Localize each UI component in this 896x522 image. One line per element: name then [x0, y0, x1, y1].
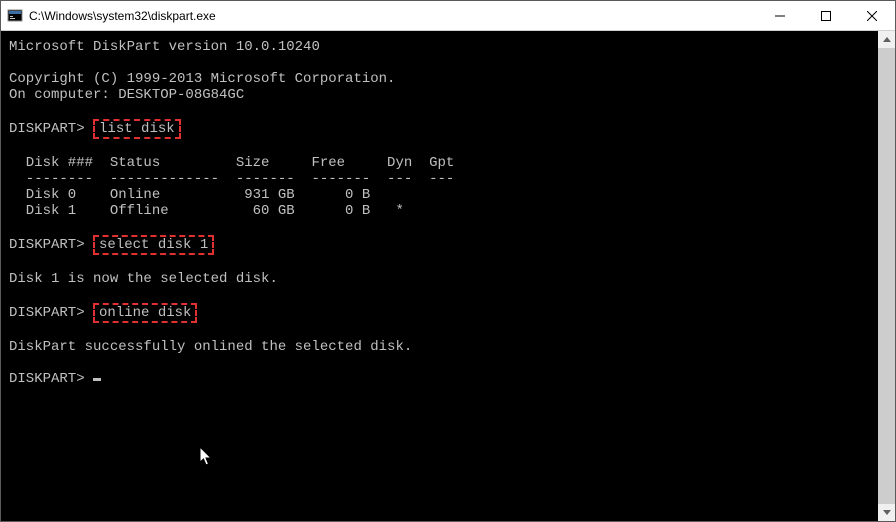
minimize-button[interactable]: [757, 1, 803, 30]
window-title: C:\Windows\system32\diskpart.exe: [29, 9, 757, 23]
command-online-disk: online disk: [93, 303, 197, 323]
command-list-disk: list disk: [93, 119, 181, 139]
mouse-cursor-icon: [133, 431, 214, 488]
computer-line: On computer: DESKTOP-08G84GC: [9, 87, 244, 103]
prompt-2: DISKPART>: [9, 237, 85, 253]
scroll-up-button[interactable]: [878, 31, 895, 48]
disk-table-row-0: Disk 0 Online 931 GB 0 B: [9, 187, 370, 203]
diskpart-version: Microsoft DiskPart version 10.0.10240: [9, 39, 320, 55]
terminal-cursor: [93, 378, 101, 381]
prompt-3: DISKPART>: [9, 305, 85, 321]
disk-table-divider: -------- ------------- ------- ------- -…: [9, 171, 454, 187]
diskpart-window: C:\Windows\system32\diskpart.exe Microso…: [0, 0, 896, 522]
close-button[interactable]: [849, 1, 895, 30]
terminal-output[interactable]: Microsoft DiskPart version 10.0.10240 Co…: [1, 31, 878, 521]
command-select-disk-1: select disk 1: [93, 235, 214, 255]
content-area: Microsoft DiskPart version 10.0.10240 Co…: [1, 31, 895, 521]
scroll-track[interactable]: [878, 48, 895, 504]
prompt-4: DISKPART>: [9, 371, 85, 387]
disk-table-header: Disk ### Status Size Free Dyn Gpt: [9, 155, 454, 171]
scroll-down-button[interactable]: [878, 504, 895, 521]
prompt-1: DISKPART>: [9, 121, 85, 137]
app-icon: [7, 8, 23, 24]
copyright-line: Copyright (C) 1999-2013 Microsoft Corpor…: [9, 71, 395, 87]
response-select: Disk 1 is now the selected disk.: [9, 271, 278, 287]
titlebar[interactable]: C:\Windows\system32\diskpart.exe: [1, 1, 895, 31]
window-controls: [757, 1, 895, 30]
vertical-scrollbar[interactable]: [878, 31, 895, 521]
disk-table-row-1: Disk 1 Offline 60 GB 0 B *: [9, 203, 404, 219]
maximize-button[interactable]: [803, 1, 849, 30]
scroll-thumb[interactable]: [878, 48, 895, 504]
response-online: DiskPart successfully onlined the select…: [9, 339, 412, 355]
